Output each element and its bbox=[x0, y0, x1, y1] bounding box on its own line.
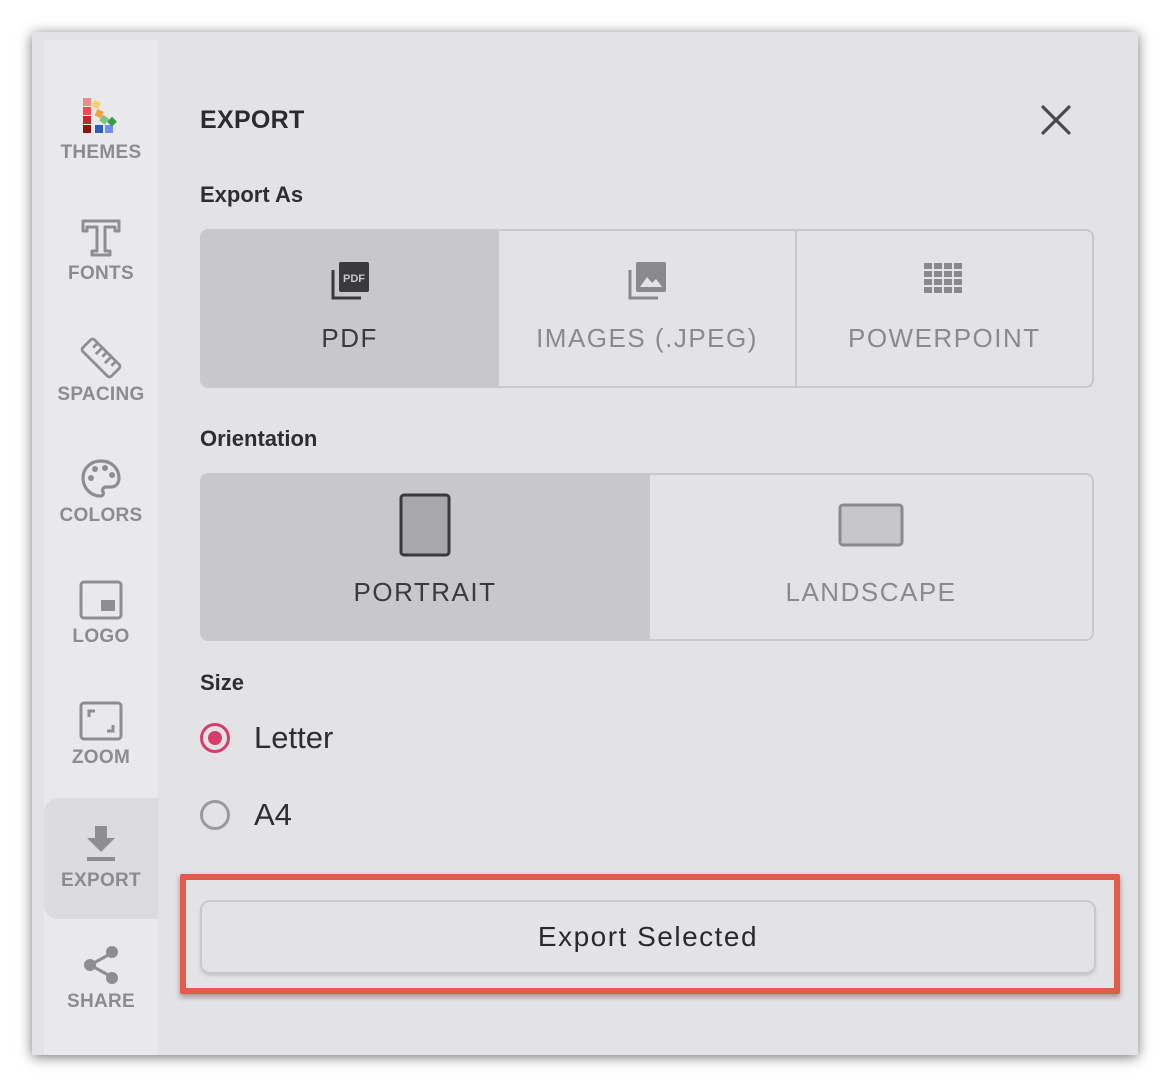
sidebar-item-label: FONTS bbox=[68, 263, 134, 284]
export-as-label: Export As bbox=[200, 182, 304, 207]
panel-title: EXPORT bbox=[200, 106, 305, 134]
orientation-landscape[interactable]: LANDSCAPE bbox=[648, 475, 1092, 639]
sidebar-item-logo[interactable]: LOGO bbox=[44, 554, 158, 675]
ruler-icon bbox=[79, 336, 123, 380]
sidebar-item-themes[interactable]: THEMES bbox=[44, 70, 158, 191]
export-format-group: PDF PDF IMAGES (.JPEG) POWERPOINT bbox=[200, 229, 1094, 388]
orientation-option-label: PORTRAIT bbox=[353, 577, 497, 607]
export-format-label: IMAGES (.JPEG) bbox=[536, 323, 758, 353]
paint-palette-icon bbox=[79, 457, 123, 501]
orientation-group: PORTRAIT LANDSCAPE bbox=[200, 473, 1094, 641]
orientation-option-label: LANDSCAPE bbox=[785, 577, 957, 607]
pdf-file-icon: PDF bbox=[330, 261, 370, 301]
image-stack-icon bbox=[627, 261, 667, 301]
sidebar-item-export[interactable]: EXPORT bbox=[44, 798, 158, 919]
export-format-label: PDF bbox=[321, 323, 378, 353]
radio-button[interactable] bbox=[200, 800, 230, 830]
orientation-label: Orientation bbox=[200, 426, 318, 451]
sidebar-item-share[interactable]: SHARE bbox=[44, 919, 158, 1040]
grid-icon bbox=[924, 263, 964, 301]
zoom-frame-icon bbox=[79, 699, 123, 743]
close-icon bbox=[1041, 105, 1071, 135]
sidebar-item-colors[interactable]: COLORS bbox=[44, 433, 158, 554]
export-format-images[interactable]: IMAGES (.JPEG) bbox=[497, 231, 794, 386]
sidebar-item-label: THEMES bbox=[60, 142, 142, 163]
size-option-letter[interactable]: Letter bbox=[200, 720, 333, 756]
portrait-page-icon bbox=[399, 493, 451, 557]
font-t-icon bbox=[79, 215, 123, 259]
export-format-powerpoint[interactable]: POWERPOINT bbox=[794, 231, 1092, 386]
close-button[interactable] bbox=[1038, 102, 1074, 138]
export-format-label: POWERPOINT bbox=[847, 323, 1041, 353]
sidebar-item-label: COLORS bbox=[59, 505, 143, 526]
sidebar-item-spacing[interactable]: SPACING bbox=[44, 312, 158, 433]
size-option-label: A4 bbox=[254, 797, 292, 832]
size-label: Size bbox=[200, 670, 245, 695]
download-icon bbox=[79, 822, 123, 866]
sidebar-item-label: SHARE bbox=[66, 991, 135, 1012]
size-option-a4[interactable]: A4 bbox=[200, 797, 292, 833]
export-selected-button[interactable]: Export Selected bbox=[200, 900, 1096, 974]
export-dialog: THEMES FONTS SPACING COLORS LOGO ZOOM EX… bbox=[32, 32, 1138, 1055]
export-format-pdf[interactable]: PDF PDF bbox=[202, 231, 498, 386]
palette-swatches-icon bbox=[79, 94, 123, 138]
sidebar-item-label: EXPORT bbox=[61, 870, 141, 891]
sidebar-item-label: SPACING bbox=[57, 384, 145, 405]
radio-button[interactable] bbox=[200, 723, 230, 753]
sidebar-item-label: ZOOM bbox=[71, 747, 131, 768]
size-option-label: Letter bbox=[254, 720, 334, 755]
radio-dot bbox=[208, 731, 222, 745]
sidebar-item-fonts[interactable]: FONTS bbox=[44, 191, 158, 312]
orientation-portrait[interactable]: PORTRAIT bbox=[202, 475, 648, 639]
share-icon bbox=[79, 943, 123, 987]
svg-text:PDF: PDF bbox=[343, 273, 365, 285]
sidebar: THEMES FONTS SPACING COLORS LOGO ZOOM EX… bbox=[44, 40, 158, 1055]
logo-frame-icon bbox=[79, 578, 123, 622]
sidebar-item-zoom[interactable]: ZOOM bbox=[44, 675, 158, 796]
landscape-page-icon bbox=[838, 503, 904, 557]
sidebar-item-label: LOGO bbox=[72, 626, 130, 647]
